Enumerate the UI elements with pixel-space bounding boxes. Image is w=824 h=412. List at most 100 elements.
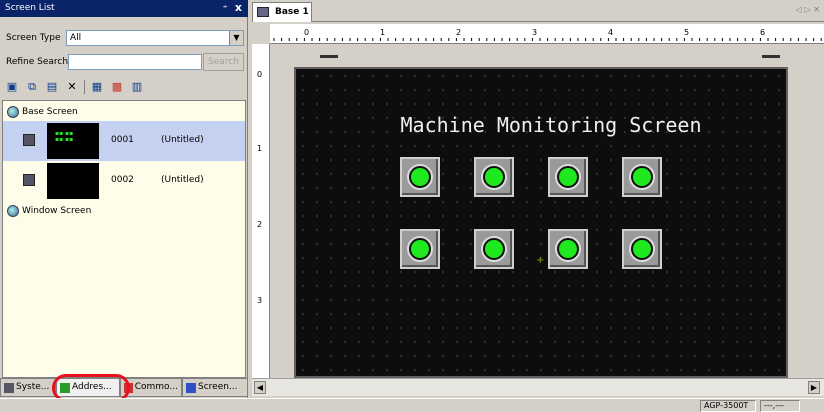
lamp-bulb-icon	[485, 240, 503, 258]
group-label: Window Screen	[22, 206, 92, 216]
system-icon	[4, 382, 14, 393]
lamp-bulb-icon	[633, 168, 651, 186]
screen-list: Base Screen ▪▪ ▪▪ ▪▪ ▪▪ 0001 (Untitled) 0…	[2, 100, 246, 378]
screen-thumbnail	[47, 163, 99, 199]
tab-label: Commo...	[134, 382, 178, 392]
chevron-down-icon[interactable]: ▼	[229, 31, 243, 45]
thumbnail-lamps: ▪▪ ▪▪ ▪▪ ▪▪	[55, 130, 74, 143]
screen-number: 0001	[111, 135, 134, 145]
screen-list-title-bar: Screen List ⍅ x	[0, 0, 248, 17]
screen-view-icon[interactable]: ▦	[89, 79, 105, 95]
ruler-corner	[252, 24, 270, 44]
tab-label: Syste...	[16, 382, 50, 392]
refine-search-label: Refine Search	[6, 57, 69, 67]
group-label: Base Screen	[22, 107, 78, 117]
monitor-icon	[23, 174, 35, 186]
screen-icon	[257, 7, 269, 17]
screen-tree-icon[interactable]: ▥	[129, 79, 145, 95]
lamp-switch[interactable]	[548, 157, 588, 197]
base-screen-area[interactable]: Machine Monitoring Screen +	[294, 67, 788, 378]
screen-property-icon[interactable]: ▩	[109, 79, 125, 95]
ruler-label: 0	[257, 70, 263, 79]
ruler-label: 3	[257, 296, 263, 305]
screen-type-value: All	[70, 33, 82, 43]
ruler-label: 3	[532, 28, 538, 37]
search-button[interactable]: Search	[203, 53, 244, 71]
tab-system[interactable]: Syste...	[0, 378, 56, 397]
tab-screen[interactable]: Screen...	[182, 378, 248, 397]
close-panel-button[interactable]: x	[235, 1, 242, 14]
ruler-label: 6	[760, 28, 766, 37]
lamp-ring	[481, 164, 507, 190]
lamp-ring	[407, 164, 433, 190]
lamp-bulb-icon	[633, 240, 651, 258]
lamp-ring	[629, 236, 655, 262]
frame-marker-left	[320, 55, 338, 58]
app-window: Screen List ⍅ x Screen Type All ▼ Refine…	[0, 0, 824, 412]
lamp-bulb-icon	[559, 240, 577, 258]
copy-screen-icon[interactable]: ⧉	[24, 79, 40, 95]
lamp-switch[interactable]	[548, 229, 588, 269]
horizontal-ruler: 0 1 2 3 4 5 6	[270, 24, 824, 44]
lamp-bulb-icon	[411, 168, 429, 186]
refine-search-input[interactable]	[68, 54, 202, 70]
globe-icon	[7, 205, 19, 217]
lamp-switch[interactable]	[474, 157, 514, 197]
lamp-switch[interactable]	[474, 229, 514, 269]
group-window-screen[interactable]: Window Screen	[7, 203, 91, 219]
lamp-ring	[555, 164, 581, 190]
screen-thumbnail: ▪▪ ▪▪ ▪▪ ▪▪	[47, 123, 99, 159]
vertical-scrollbar[interactable]	[818, 45, 824, 378]
tab-base-1[interactable]: Base 1	[252, 2, 312, 22]
vertical-ruler: 0 1 2 3	[252, 44, 270, 378]
screen-icon	[186, 382, 196, 393]
lamp-ring	[481, 236, 507, 262]
new-screen-icon[interactable]: ▣	[4, 79, 20, 95]
list-item[interactable]: 0002 (Untitled)	[3, 161, 245, 201]
ruler-label: 5	[684, 28, 690, 37]
status-model: AGP-3500T	[700, 400, 756, 412]
lamp-ring	[555, 236, 581, 262]
ruler-label: 0	[304, 28, 310, 37]
paste-screen-icon[interactable]: ▤	[44, 79, 60, 95]
lamp-ring	[407, 236, 433, 262]
lamp-switch[interactable]	[400, 157, 440, 197]
doc-tab-label: Base 1	[275, 7, 309, 17]
document-tab-bar: Base 1 ◁ ▷ ✕	[252, 0, 824, 22]
scroll-right-arrow[interactable]: ▶	[808, 381, 820, 394]
screen-list-panel: Screen List ⍅ x Screen Type All ▼ Refine…	[0, 0, 248, 402]
lamp-switch[interactable]	[400, 229, 440, 269]
monitor-icon	[23, 134, 35, 146]
ruler-label: 1	[257, 144, 263, 153]
editor-canvas[interactable]: Machine Monitoring Screen +	[270, 45, 818, 378]
status-coords: ---,---	[760, 400, 800, 412]
lamp-switch[interactable]	[622, 229, 662, 269]
tab-label: Screen...	[198, 382, 238, 392]
ruler-ticks	[273, 38, 822, 41]
pin-icon[interactable]: ⍅	[223, 2, 228, 12]
lamp-ring	[629, 164, 655, 190]
screen-title: (Untitled)	[161, 135, 204, 145]
screen-list-title: Screen List	[5, 3, 55, 13]
tab-scroll-arrows[interactable]: ◁ ▷ ✕	[796, 5, 820, 14]
screen-type-dropdown[interactable]: All ▼	[66, 30, 244, 46]
crosshair-icon: +	[536, 255, 545, 266]
screen-title: (Untitled)	[161, 175, 204, 185]
list-item[interactable]: ▪▪ ▪▪ ▪▪ ▪▪ 0001 (Untitled)	[3, 121, 245, 161]
screen-list-toolbar: ▣ ⧉ ▤ ✕ ▦ ▩ ▥	[4, 78, 145, 96]
ruler-label: 2	[456, 28, 462, 37]
lamp-bulb-icon	[485, 168, 503, 186]
horizontal-scrollbar[interactable]: ◀ ▶	[252, 378, 824, 396]
group-base-screen[interactable]: Base Screen	[7, 104, 78, 120]
frame-marker-right	[762, 55, 780, 58]
lamp-bulb-icon	[411, 240, 429, 258]
screen-title-text[interactable]: Machine Monitoring Screen	[386, 113, 716, 137]
lamp-switch[interactable]	[622, 157, 662, 197]
scroll-left-arrow[interactable]: ◀	[254, 381, 266, 394]
delete-icon[interactable]: ✕	[64, 79, 80, 95]
toolbar-separator	[84, 80, 85, 94]
globe-icon	[7, 106, 19, 118]
screen-type-label: Screen Type	[6, 33, 61, 43]
screen-number: 0002	[111, 175, 134, 185]
ruler-label: 1	[380, 28, 386, 37]
